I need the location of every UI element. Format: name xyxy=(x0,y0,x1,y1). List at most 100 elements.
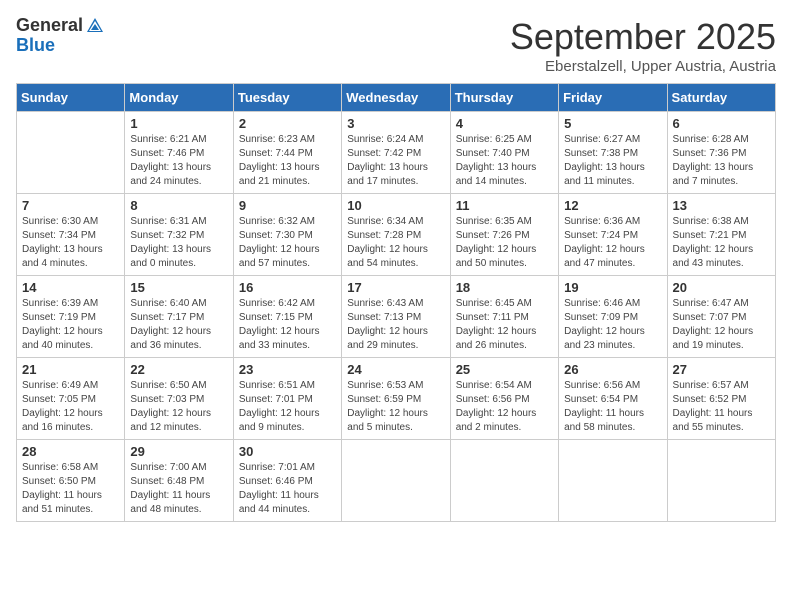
day-info: Sunrise: 6:27 AMSunset: 7:38 PMDaylight:… xyxy=(564,133,661,189)
day-number: 18 xyxy=(456,280,553,295)
day-info: Sunrise: 6:53 AMSunset: 6:59 PMDaylight:… xyxy=(347,379,444,435)
day-number: 29 xyxy=(130,444,227,459)
day-number: 7 xyxy=(22,198,119,213)
weekday-header-sunday: Sunday xyxy=(17,84,125,112)
day-info: Sunrise: 6:45 AMSunset: 7:11 PMDaylight:… xyxy=(456,297,553,353)
day-number: 12 xyxy=(564,198,661,213)
calendar-cell: 21 Sunrise: 6:49 AMSunset: 7:05 PMDayligh… xyxy=(17,358,125,440)
title-area: September 2025 Eberstalzell, Upper Austr… xyxy=(510,16,776,75)
calendar-cell: 13 Sunrise: 6:38 AMSunset: 7:21 PMDayligh… xyxy=(667,194,775,276)
day-info: Sunrise: 6:50 AMSunset: 7:03 PMDaylight:… xyxy=(130,379,227,435)
calendar-cell: 16Sunrise: 6:42 AMSunset: 7:15 PMDayligh… xyxy=(233,276,341,358)
weekday-header-wednesday: Wednesday xyxy=(342,84,450,112)
day-info: Sunrise: 6:56 AMSunset: 6:54 PMDaylight:… xyxy=(564,379,661,435)
calendar: SundayMondayTuesdayWednesdayThursdayFrid… xyxy=(16,83,776,522)
calendar-cell: 11 Sunrise: 6:35 AMSunset: 7:26 PMDayligh… xyxy=(450,194,558,276)
day-number: 26 xyxy=(564,362,661,377)
logo: General Blue xyxy=(16,16,105,56)
calendar-cell xyxy=(342,440,450,522)
calendar-cell: 10 Sunrise: 6:34 AMSunset: 7:28 PMDayligh… xyxy=(342,194,450,276)
day-info: Sunrise: 6:35 AMSunset: 7:26 PMDaylight:… xyxy=(456,215,553,271)
logo-general-text: General xyxy=(16,16,83,36)
calendar-cell: 9 Sunrise: 6:32 AMSunset: 7:30 PMDaylight… xyxy=(233,194,341,276)
weekday-header-saturday: Saturday xyxy=(667,84,775,112)
calendar-week-3: 21 Sunrise: 6:49 AMSunset: 7:05 PMDayligh… xyxy=(17,358,776,440)
day-number: 15 xyxy=(130,280,227,295)
day-info: Sunrise: 6:24 AMSunset: 7:42 PMDaylight:… xyxy=(347,133,444,189)
day-number: 4 xyxy=(456,116,553,131)
day-info: Sunrise: 7:00 AMSunset: 6:48 PMDaylight:… xyxy=(130,461,227,517)
day-info: Sunrise: 6:23 AMSunset: 7:44 PMDaylight:… xyxy=(239,133,336,189)
day-info: Sunrise: 6:57 AMSunset: 6:52 PMDaylight:… xyxy=(673,379,770,435)
day-number: 5 xyxy=(564,116,661,131)
calendar-cell: 28Sunrise: 6:58 AMSunset: 6:50 PMDayligh… xyxy=(17,440,125,522)
day-info: Sunrise: 7:01 AMSunset: 6:46 PMDaylight:… xyxy=(239,461,336,517)
day-number: 23 xyxy=(239,362,336,377)
day-info: Sunrise: 6:28 AMSunset: 7:36 PMDaylight:… xyxy=(673,133,770,189)
header: General Blue September 2025 Eberstalzell… xyxy=(16,16,776,75)
calendar-cell: 2 Sunrise: 6:23 AMSunset: 7:44 PMDaylight… xyxy=(233,112,341,194)
calendar-cell: 22 Sunrise: 6:50 AMSunset: 7:03 PMDayligh… xyxy=(125,358,233,440)
day-info: Sunrise: 6:32 AMSunset: 7:30 PMDaylight:… xyxy=(239,215,336,271)
day-info: Sunrise: 6:54 AMSunset: 6:56 PMDaylight:… xyxy=(456,379,553,435)
month-title: September 2025 xyxy=(510,16,776,58)
calendar-cell xyxy=(559,440,667,522)
logo-icon xyxy=(85,16,105,36)
location-title: Eberstalzell, Upper Austria, Austria xyxy=(510,58,776,75)
calendar-week-4: 28Sunrise: 6:58 AMSunset: 6:50 PMDayligh… xyxy=(17,440,776,522)
day-number: 11 xyxy=(456,198,553,213)
weekday-header-thursday: Thursday xyxy=(450,84,558,112)
day-number: 17 xyxy=(347,280,444,295)
day-number: 3 xyxy=(347,116,444,131)
day-info: Sunrise: 6:34 AMSunset: 7:28 PMDaylight:… xyxy=(347,215,444,271)
calendar-week-0: 1Sunrise: 6:21 AMSunset: 7:46 PMDaylight… xyxy=(17,112,776,194)
calendar-week-1: 7 Sunrise: 6:30 AMSunset: 7:34 PMDaylight… xyxy=(17,194,776,276)
calendar-cell: 18 Sunrise: 6:45 AMSunset: 7:11 PMDayligh… xyxy=(450,276,558,358)
day-number: 27 xyxy=(673,362,770,377)
day-number: 6 xyxy=(673,116,770,131)
day-number: 10 xyxy=(347,198,444,213)
weekday-header-monday: Monday xyxy=(125,84,233,112)
day-number: 22 xyxy=(130,362,227,377)
calendar-cell: 5 Sunrise: 6:27 AMSunset: 7:38 PMDaylight… xyxy=(559,112,667,194)
calendar-cell: 26 Sunrise: 6:56 AMSunset: 6:54 PMDayligh… xyxy=(559,358,667,440)
day-info: Sunrise: 6:36 AMSunset: 7:24 PMDaylight:… xyxy=(564,215,661,271)
day-number: 25 xyxy=(456,362,553,377)
day-number: 9 xyxy=(239,198,336,213)
day-number: 21 xyxy=(22,362,119,377)
calendar-cell: 1Sunrise: 6:21 AMSunset: 7:46 PMDaylight… xyxy=(125,112,233,194)
calendar-cell: 4 Sunrise: 6:25 AMSunset: 7:40 PMDaylight… xyxy=(450,112,558,194)
day-info: Sunrise: 6:30 AMSunset: 7:34 PMDaylight:… xyxy=(22,215,119,271)
calendar-cell: 20Sunrise: 6:47 AMSunset: 7:07 PMDayligh… xyxy=(667,276,775,358)
day-number: 2 xyxy=(239,116,336,131)
day-info: Sunrise: 6:51 AMSunset: 7:01 PMDaylight:… xyxy=(239,379,336,435)
calendar-cell: 3 Sunrise: 6:24 AMSunset: 7:42 PMDaylight… xyxy=(342,112,450,194)
calendar-cell: 27 Sunrise: 6:57 AMSunset: 6:52 PMDayligh… xyxy=(667,358,775,440)
day-number: 14 xyxy=(22,280,119,295)
weekday-header-friday: Friday xyxy=(559,84,667,112)
calendar-cell: 17 Sunrise: 6:43 AMSunset: 7:13 PMDayligh… xyxy=(342,276,450,358)
day-number: 30 xyxy=(239,444,336,459)
calendar-cell: 7 Sunrise: 6:30 AMSunset: 7:34 PMDaylight… xyxy=(17,194,125,276)
calendar-cell xyxy=(17,112,125,194)
day-number: 1 xyxy=(130,116,227,131)
day-info: Sunrise: 6:25 AMSunset: 7:40 PMDaylight:… xyxy=(456,133,553,189)
calendar-week-2: 14 Sunrise: 6:39 AMSunset: 7:19 PMDayligh… xyxy=(17,276,776,358)
day-number: 24 xyxy=(347,362,444,377)
day-number: 13 xyxy=(673,198,770,213)
weekday-header-tuesday: Tuesday xyxy=(233,84,341,112)
calendar-cell: 24 Sunrise: 6:53 AMSunset: 6:59 PMDayligh… xyxy=(342,358,450,440)
day-number: 28 xyxy=(22,444,119,459)
calendar-cell: 30 Sunrise: 7:01 AMSunset: 6:46 PMDayligh… xyxy=(233,440,341,522)
day-info: Sunrise: 6:39 AMSunset: 7:19 PMDaylight:… xyxy=(22,297,119,353)
day-info: Sunrise: 6:43 AMSunset: 7:13 PMDaylight:… xyxy=(347,297,444,353)
calendar-cell xyxy=(450,440,558,522)
day-info: Sunrise: 6:40 AMSunset: 7:17 PMDaylight:… xyxy=(130,297,227,353)
day-info: Sunrise: 6:49 AMSunset: 7:05 PMDaylight:… xyxy=(22,379,119,435)
calendar-cell: 12 Sunrise: 6:36 AMSunset: 7:24 PMDayligh… xyxy=(559,194,667,276)
calendar-cell xyxy=(667,440,775,522)
day-info: Sunrise: 6:38 AMSunset: 7:21 PMDaylight:… xyxy=(673,215,770,271)
logo-blue-text: Blue xyxy=(16,35,55,55)
calendar-cell: 29 Sunrise: 7:00 AMSunset: 6:48 PMDayligh… xyxy=(125,440,233,522)
calendar-cell: 25 Sunrise: 6:54 AMSunset: 6:56 PMDayligh… xyxy=(450,358,558,440)
